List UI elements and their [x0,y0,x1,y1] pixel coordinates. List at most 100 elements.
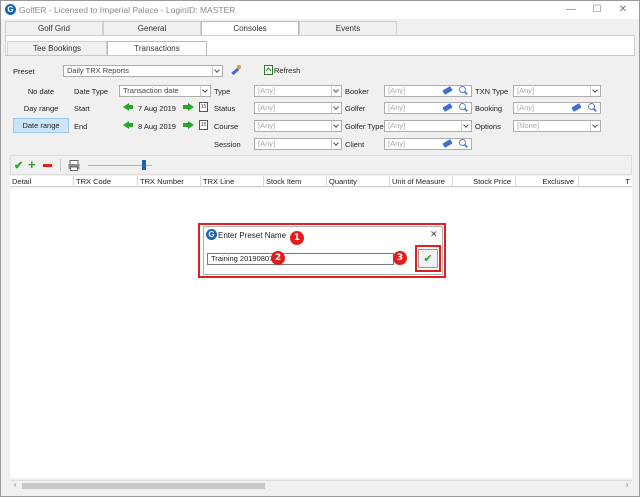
scrollbar-thumb[interactable] [22,483,265,489]
status-value: [Any] [258,103,276,112]
callout-badge-3: 3 [393,251,407,265]
golfer-label: Golfer [345,104,366,113]
booking-value: [Any] [517,103,535,112]
booking-label: Booking [475,104,503,113]
search-icon[interactable] [588,103,595,110]
tab-transactions[interactable]: Transactions [107,41,207,55]
remove-icon[interactable] [43,164,52,167]
column-header-detail[interactable]: Detail [10,176,74,187]
callout-badge-1: 1 [290,231,304,245]
grid-toolbar: ✔ + [10,155,632,175]
golfer-value: [Any] [388,103,406,112]
no-date-button[interactable]: No date [13,84,69,99]
column-header-stock-item[interactable]: Stock Item [264,176,327,187]
course-label: Course [214,122,239,131]
date-type-select[interactable]: Transaction date [119,85,211,97]
chevron-down-icon [200,86,210,96]
start-date[interactable]: 7 Aug 2019 [138,104,176,113]
end-calendar-icon[interactable]: 15 [199,120,208,130]
column-header-quantity[interactable]: Quantity [327,176,390,187]
app-logo-icon: G [5,4,16,15]
zoom-slider-thumb[interactable] [142,160,146,170]
status-select[interactable]: [Any] [254,102,342,114]
preset-select[interactable]: Daily TRX Reports [63,65,223,77]
tab-golf-grid[interactable]: Golf Grid [5,21,103,35]
start-prev-day-icon[interactable] [123,103,133,111]
tab-tee-bookings[interactable]: Tee Bookings [7,41,107,55]
chevron-down-icon [331,121,341,131]
sub-tab-bar: Tee Bookings Transactions [5,41,635,55]
start-label: Start [74,104,90,113]
start-next-day-icon[interactable] [183,103,194,111]
check-icon[interactable]: ✔ [14,159,23,172]
add-icon[interactable]: + [28,157,36,172]
tab-consoles[interactable]: Consoles [201,21,299,35]
options-select[interactable]: [None] [513,120,601,132]
grid-header: Detail TRX Code TRX Number TRX Line Stoc… [10,176,632,187]
column-header-trx-code[interactable]: TRX Code [74,176,138,187]
status-label: Status [214,104,236,113]
golfer-type-label: Golfer Type [345,122,384,131]
window-title: GolfER - Licensed to Imperial Palace - L… [19,5,236,15]
app-window: G GolfER - Licensed to Imperial Palace -… [0,0,640,497]
search-icon[interactable] [459,139,466,146]
session-label: Session [214,140,241,149]
chevron-down-icon [461,121,471,131]
column-header-stock-price[interactable]: Stock Price [453,176,516,187]
scroll-right-icon[interactable]: › [622,481,632,491]
refresh-icon [264,65,273,75]
callout-badge-2: 2 [271,251,285,265]
main-tab-bar: Golf Grid General Consoles Events [5,21,635,35]
column-header-exclusive[interactable]: Exclusive [516,176,579,187]
txn-type-select[interactable]: [Any] [513,85,601,97]
txn-type-value: [Any] [517,86,535,95]
options-value: [None] [517,121,540,130]
tab-general[interactable]: General [103,21,201,35]
refresh-label: Refresh [274,66,301,75]
horizontal-scrollbar[interactable]: ‹ › [10,480,632,490]
golfer-type-select[interactable]: [Any] [384,120,472,132]
date-range-button[interactable]: Date range [13,118,69,133]
refresh-button[interactable]: Refresh [264,64,312,76]
callout-highlight-dialog [198,223,446,278]
toolbar-divider [60,159,61,171]
chevron-down-icon [590,121,600,131]
booker-value: [Any] [388,86,406,95]
type-value: [Any] [258,86,276,95]
session-value: [Any] [258,139,276,148]
date-type-label: Date Type [74,87,109,96]
maximize-button[interactable]: ☐ [585,3,609,17]
chevron-down-icon [212,66,222,76]
search-icon[interactable] [459,86,466,93]
session-select[interactable]: [Any] [254,138,342,150]
type-select[interactable]: [Any] [254,85,342,97]
printer-icon[interactable] [68,160,80,171]
course-select[interactable]: [Any] [254,120,342,132]
column-header-trx-line[interactable]: TRX Line [201,176,264,187]
search-icon[interactable] [459,103,466,110]
end-label: End [74,122,88,131]
course-value: [Any] [258,121,276,130]
end-date[interactable]: 8 Aug 2019 [138,122,176,131]
txn-type-label: TXN Type [475,87,509,96]
client-label: Client [345,140,365,149]
day-range-button[interactable]: Day range [13,101,69,116]
tab-events[interactable]: Events [299,21,397,35]
scroll-left-icon[interactable]: ‹ [10,481,20,491]
type-label: Type [214,87,231,96]
column-header-trx-number[interactable]: TRX Number [138,176,201,187]
chevron-down-icon [331,86,341,96]
end-next-day-icon[interactable] [183,121,194,129]
chevron-down-icon [331,139,341,149]
end-prev-day-icon[interactable] [123,121,133,129]
edit-preset-icon[interactable] [230,64,242,76]
start-calendar-icon[interactable]: 15 [199,102,208,112]
column-header-unit-of-measure[interactable]: Unit of Measure [390,176,453,187]
close-window-button[interactable]: ✕ [611,3,635,17]
column-header-t[interactable]: T [579,176,632,187]
preset-label: Preset [13,67,35,76]
options-label: Options [475,122,501,131]
minimize-button[interactable]: — [559,3,583,17]
chevron-down-icon [331,103,341,113]
client-value: [Any] [388,139,406,148]
